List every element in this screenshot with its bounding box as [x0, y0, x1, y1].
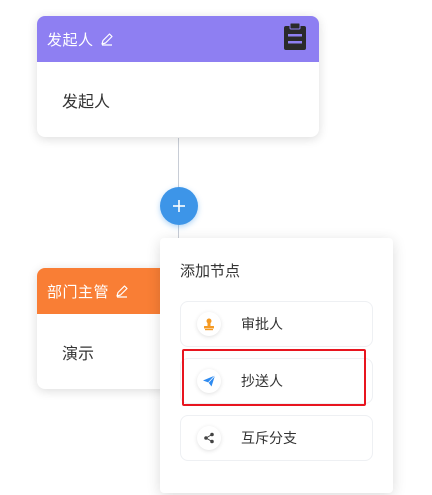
option-approver-label: 审批人: [241, 317, 283, 333]
send-icon: [197, 369, 221, 393]
connector-line-top: [178, 138, 179, 188]
option-exclusive-branch-label: 互斥分支: [241, 431, 297, 447]
initiator-node-title: 发起人: [47, 30, 94, 49]
share-icon: [197, 426, 221, 450]
option-approver[interactable]: 审批人: [180, 301, 373, 347]
stamp-icon: [197, 312, 221, 336]
initiator-node-body: 发起人: [37, 62, 319, 137]
add-node-button[interactable]: [160, 187, 198, 225]
initiator-node-card[interactable]: 发起人 发起人: [37, 16, 319, 137]
approver-node-title: 部门主管: [47, 282, 110, 301]
clipboard-icon[interactable]: [283, 22, 307, 55]
initiator-node-content: 发起人: [62, 92, 111, 111]
option-cc-label: 抄送人: [241, 374, 283, 390]
add-node-popover: 添加节点 审批人 抄送人 互斥分支: [160, 238, 393, 493]
option-exclusive-branch[interactable]: 互斥分支: [180, 415, 373, 461]
option-cc[interactable]: 抄送人: [180, 358, 373, 404]
plus-icon: [173, 200, 185, 212]
connector-line-bottom: [178, 225, 179, 239]
approver-node-content: 演示: [62, 344, 95, 363]
edit-icon[interactable]: [115, 284, 129, 298]
popover-title: 添加节点: [180, 262, 241, 280]
initiator-node-header: 发起人: [37, 16, 319, 62]
edit-icon[interactable]: [100, 32, 114, 46]
